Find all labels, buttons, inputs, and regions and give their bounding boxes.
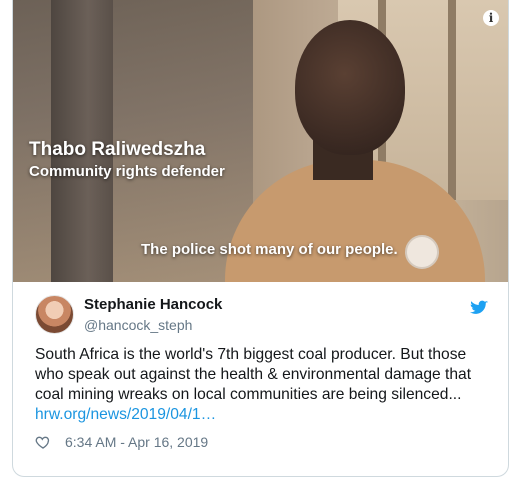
tweet-text-line-2: who speak out against the health & envir… (35, 366, 472, 383)
info-icon[interactable]: i (483, 10, 499, 26)
shirt-badge (405, 235, 439, 269)
twitter-bird-icon[interactable] (470, 300, 488, 316)
heart-icon[interactable] (35, 434, 51, 450)
timestamp[interactable]: 6:34 AM - Apr 16, 2019 (65, 434, 208, 450)
embedded-tweet-card[interactable]: Thabo Raliwedszha Community rights defen… (12, 0, 509, 477)
author-handle[interactable]: @hancock_steph (84, 317, 192, 333)
tweet-text-line-1: South Africa is the world's 7th biggest … (35, 346, 467, 363)
person-head (295, 20, 405, 155)
tweet-meta: 6:34 AM - Apr 16, 2019 (35, 434, 208, 450)
author-name[interactable]: Stephanie Hancock (84, 296, 222, 313)
video-player[interactable]: Thabo Raliwedszha Community rights defen… (13, 0, 508, 282)
video-subtitle: The police shot many of our people. (141, 241, 398, 258)
tweet-link[interactable]: hrw.org/news/2019/04/1… (35, 405, 495, 425)
video-caption-role: Community rights defender (29, 163, 225, 180)
video-caption-name: Thabo Raliwedszha (29, 139, 206, 160)
tweet-text: South Africa is the world's 7th biggest … (35, 345, 495, 425)
avatar[interactable] (35, 295, 74, 334)
tweet-text-line-3: coal mining wreaks on local communities … (35, 386, 462, 403)
